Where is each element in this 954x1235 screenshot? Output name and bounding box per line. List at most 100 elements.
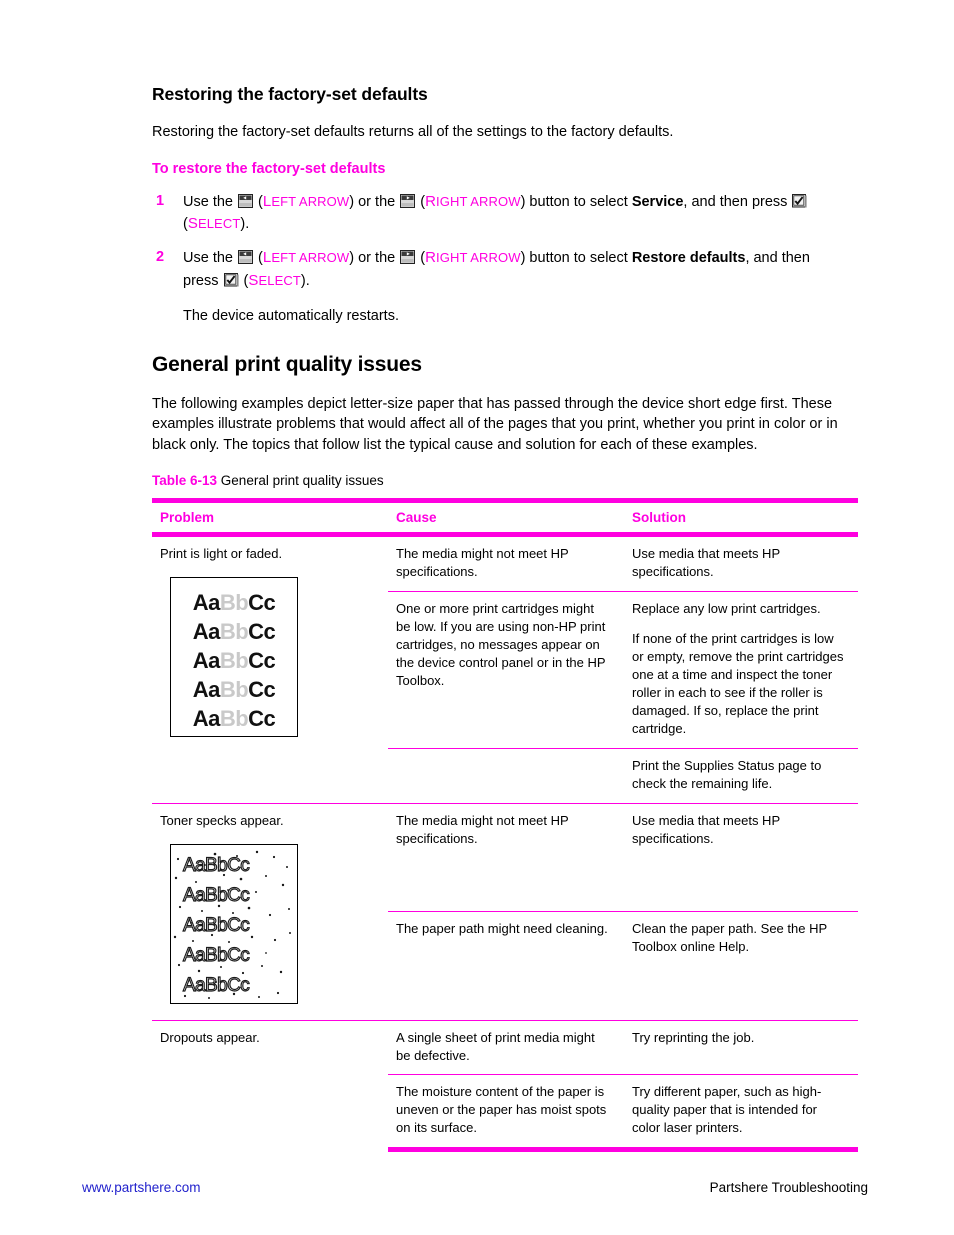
step-2-number: 2 xyxy=(156,249,165,266)
quality-heading: General print quality issues xyxy=(152,353,422,377)
svg-text:AaBbCc: AaBbCc xyxy=(183,975,249,996)
specks-illustration: AaBbCc AaBbCc AaBbCc AaBbCc AaBbCc xyxy=(173,850,291,999)
cause-cell: The media might not meet HP specificatio… xyxy=(388,534,624,592)
solution-cell: Try different paper, such as high-qualit… xyxy=(624,1074,858,1153)
procedure-heading: To restore the factory-set defaults xyxy=(152,160,386,177)
svg-text:AaBbCc: AaBbCc xyxy=(183,855,249,876)
solution-text: Replace any low print cartridges. xyxy=(632,601,821,617)
step-2-post-line: , and then xyxy=(745,250,810,267)
step-1-mid2: ) button to select xyxy=(520,193,632,210)
column-header-solution: Solution xyxy=(624,498,858,538)
step-2-open-paren: ( xyxy=(254,250,263,267)
solution-text: If none of the print cartridges is low o… xyxy=(632,631,844,736)
step-1-tail-close: ). xyxy=(240,216,250,233)
cause-text: The moisture content of the paper is une… xyxy=(396,1084,607,1136)
svg-text:AaBbCc: AaBbCc xyxy=(183,915,249,936)
left-arrow-key-label: LEFT ARROW xyxy=(262,192,350,210)
section-intro-paragraph: Restoring the factory-set defaults retur… xyxy=(152,124,674,141)
left-arrow-key-label: LEFT ARROW xyxy=(262,249,350,267)
solution-cell: Use media that meets HP specifications. xyxy=(624,802,858,912)
step-1-number: 1 xyxy=(156,192,165,209)
table-row: Toner specks appear. AaBbCc AaBbCc AaBbC… xyxy=(152,802,858,1021)
solution-text: Try different paper, such as high-qualit… xyxy=(632,1084,822,1136)
solution-cell: Use media that meets HP specifications. xyxy=(624,534,858,592)
table-caption-label: Table 6-13 xyxy=(152,473,218,489)
step-2-mid2: ) button to select xyxy=(520,250,632,267)
section-heading: Restoring the factory-set defaults xyxy=(152,84,428,104)
select-checkmark-button-icon[interactable] xyxy=(792,193,808,208)
left-arrow-button-icon[interactable] xyxy=(238,250,253,265)
table-body: Print is light or faded. AaBbCc AaBbCc A… xyxy=(152,534,858,1153)
solution-cell: Try reprinting the job. xyxy=(624,1019,858,1075)
problem-cell-dropouts: Dropouts appear. xyxy=(152,1019,388,1150)
sample-image-toner-specks: AaBbCc AaBbCc AaBbCc AaBbCc AaBbCc xyxy=(170,843,298,1004)
cause-cell: A single sheet of print media might be d… xyxy=(388,1019,624,1075)
table-caption-text: General print quality issues xyxy=(220,473,384,489)
step-2-mid1: ) or the xyxy=(349,250,400,267)
right-arrow-button-icon[interactable] xyxy=(400,193,416,208)
cause-text: One or more print cartridges might be lo… xyxy=(396,601,606,688)
left-arrow-button-icon[interactable] xyxy=(238,193,253,208)
footer-url-link[interactable]: www.partshere.com xyxy=(82,1180,201,1195)
table-header-row: Problem Cause Solution xyxy=(152,498,858,538)
step-1-open-paren-2: ( xyxy=(416,193,426,210)
sample-line: AaBbCc xyxy=(192,676,276,702)
solution-text: Clean the paper path. See the HP Toolbox… xyxy=(632,921,827,955)
select-key-label: SELECT xyxy=(187,215,241,233)
sample-line: AaBbCc xyxy=(192,619,276,645)
solution-text: Print the Supplies Status page to check … xyxy=(632,757,822,791)
sample-line: AaBbCc xyxy=(192,705,276,731)
sample-line: AaBbCc xyxy=(192,647,276,673)
solution-cell: Print the Supplies Status page to check … xyxy=(624,747,858,804)
step-1-post: , and then press xyxy=(683,193,792,210)
document-page: Restoring the factory-set defaults Resto… xyxy=(0,0,954,1235)
solution-text: Use media that meets HP specifications. xyxy=(632,812,780,846)
table-row: Print is light or faded. AaBbCc AaBbCc A… xyxy=(152,534,858,804)
column-header-cause: Cause xyxy=(388,498,624,538)
solution-text: Try reprinting the job. xyxy=(632,1029,755,1045)
print-quality-table: Problem Cause Solution Print is light or… xyxy=(152,498,858,1153)
table-row: Dropouts appear. A single sheet of print… xyxy=(152,1019,858,1150)
step-2-press-word: press xyxy=(183,272,223,289)
step-2: 2 Use the (LEFT ARROW) or the (RIGHT ARR… xyxy=(152,247,858,293)
problem-label: Print is light or faded. xyxy=(160,546,283,562)
step-2-note: The device automatically restarts. xyxy=(183,307,399,324)
select-key-label: SELECT xyxy=(248,271,301,289)
cause-cell xyxy=(388,747,624,804)
step-1: 1 Use the (LEFT ARROW) or the (RIGHT ARR… xyxy=(152,191,858,237)
step-1-menu-target: Service xyxy=(631,193,684,210)
svg-text:AaBbCc: AaBbCc xyxy=(183,945,249,966)
table-header: Problem Cause Solution xyxy=(152,498,858,538)
svg-text:AaBbCc: AaBbCc xyxy=(183,885,249,906)
cause-cell: One or more print cartridges might be lo… xyxy=(388,591,624,749)
problem-cell-toner-specks: Toner specks appear. AaBbCc AaBbCc AaBbC… xyxy=(152,802,388,1021)
step-1-mid1: ) or the xyxy=(349,193,400,210)
sample-image-light-faded: AaBbCc AaBbCc AaBbCc AaBbCc AaBbCc xyxy=(170,577,298,738)
step-2-pre: Use the xyxy=(183,250,237,267)
cause-cell: The media might not meet HP specificatio… xyxy=(388,802,624,912)
solution-text: Use media that meets HP specifications. xyxy=(632,546,780,580)
problem-label: Toner specks appear. xyxy=(160,812,284,828)
right-arrow-key-label: RIGHT ARROW xyxy=(425,249,521,267)
problem-cell-light-faded: Print is light or faded. AaBbCc AaBbCc A… xyxy=(152,534,388,804)
problem-label: Dropouts appear. xyxy=(160,1029,260,1045)
cause-cell: The paper path might need cleaning. xyxy=(388,911,624,1021)
step-2-open-paren-2: ( xyxy=(416,250,426,267)
right-arrow-button-icon[interactable] xyxy=(400,250,416,265)
procedure-step-list: 1 Use the (LEFT ARROW) or the (RIGHT ARR… xyxy=(152,191,858,293)
step-2-menu-target: Restore defaults xyxy=(631,250,746,267)
step-1-pre: Use the xyxy=(183,193,237,210)
right-arrow-key-label: RIGHT ARROW xyxy=(425,192,521,210)
select-checkmark-button-icon[interactable] xyxy=(223,272,239,287)
cause-text: A single sheet of print media might be d… xyxy=(396,1029,595,1063)
cause-text: The media might not meet HP specificatio… xyxy=(396,812,569,846)
table-caption: Table 6-13 General print quality issues xyxy=(152,473,858,488)
page-content: Restoring the factory-set defaults Resto… xyxy=(152,84,858,1153)
solution-cell: Replace any low print cartridges. If non… xyxy=(624,591,858,749)
sample-line: AaBbCc xyxy=(192,590,276,616)
quality-paragraph: The following examples depict letter-siz… xyxy=(152,395,838,453)
page-footer: www.partshere.com Partshere Troubleshoot… xyxy=(82,1180,872,1200)
cause-cell: The moisture content of the paper is une… xyxy=(388,1074,624,1153)
step-1-open-paren: ( xyxy=(254,193,263,210)
footer-right-label: Partshere Troubleshooting xyxy=(709,1180,868,1195)
